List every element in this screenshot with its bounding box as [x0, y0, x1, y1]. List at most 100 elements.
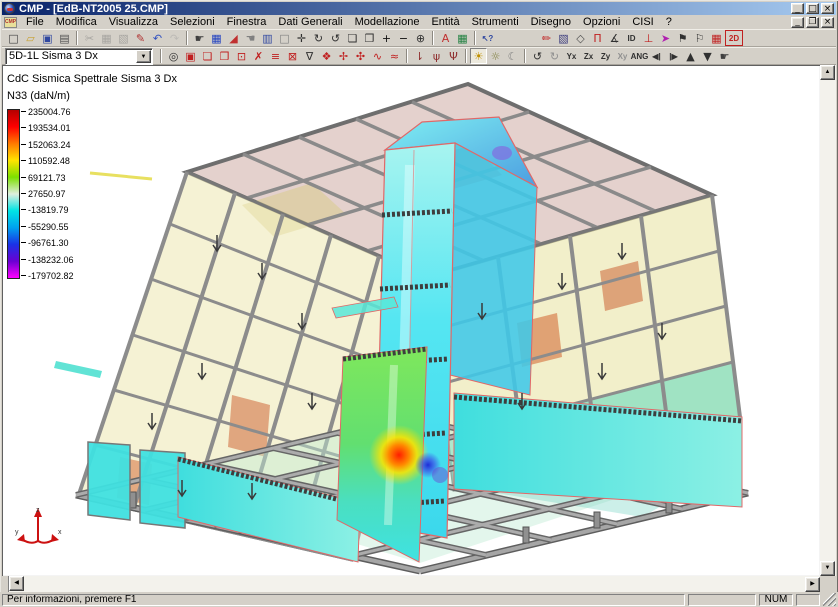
paste-button[interactable]: ▧ [115, 30, 132, 46]
step-previous-button[interactable]: ◀| [648, 48, 665, 64]
view-zy-button[interactable]: Zy [597, 48, 614, 64]
orbit-continuous-button[interactable]: ↺ [529, 48, 546, 64]
mdi-minimize-button[interactable]: _ [791, 17, 804, 28]
orbit-view-button[interactable]: ↺ [327, 30, 344, 46]
select-areas-button[interactable]: ✣ [352, 48, 369, 64]
menu-item-strumenti[interactable]: Strumenti [466, 15, 525, 29]
menu-item-dati-generali[interactable]: Dati Generali [272, 15, 348, 29]
splitter-box[interactable] [2, 576, 9, 592]
tile-windows-button[interactable]: ▥ [259, 30, 276, 46]
section-profile-button[interactable]: Π [589, 30, 606, 46]
draw-pen-button[interactable]: ✏ [538, 30, 555, 46]
context-help-button[interactable]: ↖? [479, 30, 496, 46]
results-table-button[interactable]: ▦ [708, 30, 725, 46]
zoom-out-button[interactable]: − [395, 30, 412, 46]
data-table-button[interactable]: ▦ [454, 30, 471, 46]
load-view-2-button[interactable]: ⚐ [691, 30, 708, 46]
select-beams-button[interactable]: ≡ [267, 48, 284, 64]
close-button[interactable]: × [821, 3, 834, 14]
undo-button[interactable]: ↶ [149, 30, 166, 46]
rotate-view-button[interactable]: ↻ [310, 30, 327, 46]
lights-on-button[interactable]: ☀ [470, 48, 487, 64]
select-shells-button[interactable]: ⊠ [284, 48, 301, 64]
shaded-view-button[interactable]: ▦ [208, 30, 225, 46]
local-axes-button[interactable]: ⊥ [640, 30, 657, 46]
wireframe-box-button[interactable]: ◇ [572, 30, 589, 46]
menu-item-opzioni[interactable]: Opzioni [577, 15, 626, 29]
pan-view-button[interactable]: ✛ [293, 30, 310, 46]
level-down-button[interactable]: ▼ [699, 48, 716, 64]
pan-hand-button[interactable]: ☛ [191, 30, 208, 46]
view-xy-button[interactable]: Xy [614, 48, 631, 64]
format-painter-button[interactable]: ✎ [132, 30, 149, 46]
select-nodes-button[interactable]: ❖ [318, 48, 335, 64]
copy-button[interactable]: ▦ [98, 30, 115, 46]
mdi-child-icon[interactable]: CMP [4, 17, 17, 28]
menu-item-modifica[interactable]: Modifica [50, 15, 103, 29]
zoom-cursor-button[interactable]: ◎ [165, 48, 182, 64]
combo-dropdown-icon[interactable]: ▼ [136, 50, 151, 63]
orbit-reverse-button[interactable]: ↻ [546, 48, 563, 64]
level-up-button[interactable]: ▲ [682, 48, 699, 64]
entity-layers-button[interactable]: ▧ [555, 30, 572, 46]
view-angle-button[interactable]: ANG [631, 48, 648, 64]
lights-dim-button[interactable]: ☼ [487, 48, 504, 64]
select-crossing-button[interactable]: ❐ [216, 48, 233, 64]
entity-id-button[interactable]: ID [623, 30, 640, 46]
model-canvas[interactable]: CdC Sismica Spettrale Sisma 3 Dx N33 (da… [2, 65, 820, 576]
pan-drag-button[interactable]: ☛ [716, 48, 733, 64]
deselect-all-button[interactable]: ✗ [250, 48, 267, 64]
menu-item-visualizza[interactable]: Visualizza [103, 15, 164, 29]
select-curve-1-button[interactable]: ∿ [369, 48, 386, 64]
menu-item-entit[interactable]: Entità [425, 15, 465, 29]
view-2d-button[interactable]: 2D [725, 30, 743, 46]
new-file-button[interactable]: □ [5, 30, 22, 46]
horizontal-scrollbar[interactable]: ◀ ▶ [2, 576, 820, 592]
maximize-button[interactable]: □ [806, 3, 819, 14]
menu-item-cisi[interactable]: CISI [626, 15, 659, 29]
redo-button[interactable]: ↷ [166, 30, 183, 46]
select-lines-button[interactable]: ✢ [335, 48, 352, 64]
view-zx-button[interactable]: Zx [580, 48, 597, 64]
cut-button[interactable]: ✂ [81, 30, 98, 46]
zoom-extents-button[interactable]: ⊕ [412, 30, 429, 46]
view-yx-button[interactable]: Yx [563, 48, 580, 64]
diagram-moment-button[interactable]: Ψ [445, 48, 462, 64]
select-window-button[interactable]: ▣ [182, 48, 199, 64]
menu-item-file[interactable]: File [20, 15, 50, 29]
zoom-in-button[interactable]: + [378, 30, 395, 46]
resize-grip[interactable] [823, 593, 836, 606]
menu-item-selezioni[interactable]: Selezioni [164, 15, 221, 29]
annotation-button[interactable]: A [437, 30, 454, 46]
open-folder-button[interactable]: ▱ [22, 30, 39, 46]
vertical-scrollbar[interactable]: ▲ ▼ [820, 65, 836, 576]
scroll-right-icon[interactable]: ▶ [805, 577, 820, 592]
mdi-close-button[interactable]: × [821, 17, 834, 28]
diagram-shear-button[interactable]: ψ [428, 48, 445, 64]
new-window-button[interactable]: □ [276, 30, 293, 46]
mdi-restore-button[interactable]: ❐ [806, 17, 819, 28]
load-view-1-button[interactable]: ⚑ [674, 30, 691, 46]
zoom-window-button[interactable]: ❏ [344, 30, 361, 46]
select-inside-button[interactable]: ❏ [199, 48, 216, 64]
menu-item-finestra[interactable]: Finestra [221, 15, 273, 29]
load-case-combo[interactable]: 5D-1L Sisma 3 Dx ▼ [5, 48, 153, 65]
save-file-button[interactable]: ▣ [39, 30, 56, 46]
minimize-button[interactable]: _ [791, 3, 804, 14]
select-curve-2-button[interactable]: ≈ [386, 48, 403, 64]
redraw-view-button[interactable]: ◢ [225, 30, 242, 46]
lights-off-button[interactable]: ☾ [504, 48, 521, 64]
menu-item-modellazione[interactable]: Modellazione [349, 15, 426, 29]
select-single-button[interactable]: ⊡ [233, 48, 250, 64]
print-button[interactable]: ▤ [56, 30, 73, 46]
menu-item-disegno[interactable]: Disegno [525, 15, 577, 29]
selection-filter-button[interactable]: ∇ [301, 48, 318, 64]
scroll-down-icon[interactable]: ▼ [820, 561, 835, 576]
measure-angle-button[interactable]: ∡ [606, 30, 623, 46]
diagram-axial-button[interactable]: ⇂ [411, 48, 428, 64]
menu-item-help[interactable]: ? [660, 15, 678, 29]
scroll-up-icon[interactable]: ▲ [820, 65, 835, 80]
pick-entity-button[interactable]: ☚ [242, 30, 259, 46]
zoom-previous-button[interactable]: ❐ [361, 30, 378, 46]
scroll-left-icon[interactable]: ◀ [9, 576, 24, 591]
